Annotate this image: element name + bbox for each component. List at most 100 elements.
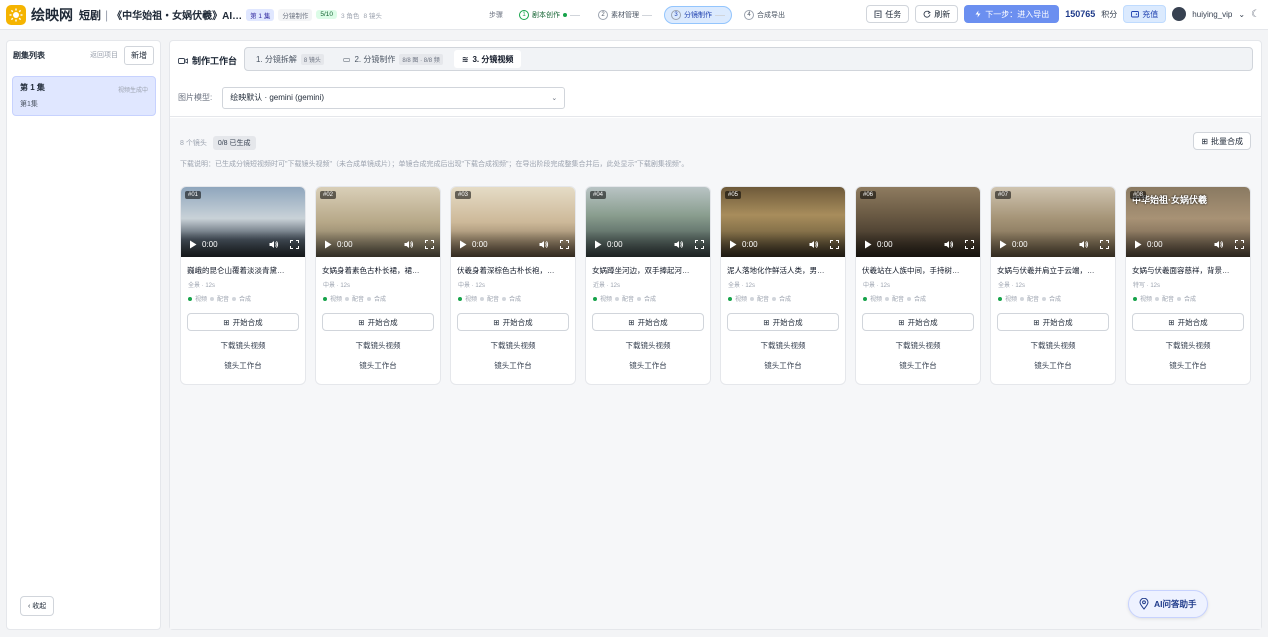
step-connector	[570, 14, 580, 16]
start-merge-button[interactable]: ⊞ 开始合成	[997, 313, 1109, 331]
fullscreen-icon[interactable]	[965, 239, 974, 249]
play-icon[interactable]	[1134, 240, 1142, 249]
refresh-button[interactable]: 刷新	[915, 5, 959, 23]
theme-toggle-icon[interactable]: ☾	[1251, 9, 1260, 20]
sidebar-header: 剧集列表 返回项目 新增	[7, 41, 160, 69]
fullscreen-icon[interactable]	[290, 239, 299, 249]
shot-workbench-link[interactable]: 镜头工作台	[721, 360, 845, 371]
add-episode-button[interactable]: 新增	[124, 45, 154, 65]
shot-workbench-link[interactable]: 镜头工作台	[1126, 360, 1250, 371]
episode-item[interactable]: 第 1 集 视频生成中 第1集	[12, 76, 156, 116]
shot-status: 视频 配音 合成	[586, 289, 710, 303]
step-label: 剧本创作	[532, 12, 560, 19]
step-storyboard[interactable]: 3 分镜制作	[664, 6, 732, 24]
step-export[interactable]: 4 合成导出	[738, 7, 791, 23]
step-assets[interactable]: 2 素材管理	[592, 7, 658, 23]
play-icon[interactable]	[594, 240, 602, 249]
fullscreen-icon[interactable]	[560, 239, 569, 249]
start-merge-button[interactable]: ⊞ 开始合成	[187, 313, 299, 331]
tab-storyboard-video[interactable]: ≋ 3. 分镜视频	[453, 50, 522, 68]
avatar[interactable]	[1172, 7, 1187, 21]
volume-icon[interactable]	[404, 240, 414, 249]
download-shot-video-link[interactable]: 下载镜头视频	[316, 340, 440, 351]
shot-video-player[interactable]: #07 0:00	[991, 187, 1115, 257]
start-merge-button[interactable]: ⊞ 开始合成	[862, 313, 974, 331]
volume-icon[interactable]	[269, 240, 279, 249]
recharge-button[interactable]: 充值	[1123, 5, 1167, 23]
status-dub: 配音	[1162, 297, 1175, 303]
fullscreen-icon[interactable]	[695, 239, 704, 249]
next-step-button[interactable]: 下一步：进入导出	[964, 5, 1060, 23]
shot-title: 伏羲身着深棕色古朴长袍，…	[457, 266, 555, 275]
play-icon[interactable]	[324, 240, 332, 249]
shot-meta: 中景 · 12s	[863, 283, 891, 289]
volume-icon[interactable]	[809, 240, 819, 249]
app-logo-icon[interactable]	[6, 4, 26, 25]
batch-merge-button[interactable]: ⊞ 批量合成	[1193, 132, 1251, 150]
play-icon[interactable]	[189, 240, 197, 249]
start-merge-button[interactable]: ⊞ 开始合成	[457, 313, 569, 331]
shot-workbench-link[interactable]: 镜头工作台	[991, 360, 1115, 371]
step-number: 2	[598, 10, 608, 20]
video-time: 0:00	[742, 239, 758, 249]
shot-status: 视频 配音 合成	[451, 289, 575, 303]
download-shot-video-link[interactable]: 下载镜头视频	[451, 340, 575, 351]
shot-video-player[interactable]: #03 0:00	[451, 187, 575, 257]
play-icon[interactable]	[459, 240, 467, 249]
task-button[interactable]: 任务	[866, 5, 910, 23]
collapse-sidebar-button[interactable]: ‹ 收起	[20, 596, 55, 616]
step-number: 4	[744, 10, 754, 20]
shot-workbench-link[interactable]: 镜头工作台	[856, 360, 980, 371]
username[interactable]: huiying_vip	[1192, 10, 1232, 19]
shot-video-player[interactable]: #02 0:00	[316, 187, 440, 257]
download-shot-video-link[interactable]: 下载镜头视频	[586, 340, 710, 351]
top-bar: 绘映网 短剧 | 《中华始祖・女娲伏羲》AI短剧分… 第 1 集 分镜制作 5/…	[0, 0, 1268, 30]
fullscreen-icon[interactable]	[1100, 239, 1109, 249]
app-name[interactable]: 绘映网	[31, 5, 73, 25]
tab-storyboard-production[interactable]: ▭ 2. 分镜制作 8/8 图 · 8/8 频	[335, 50, 451, 68]
volume-icon[interactable]	[1214, 240, 1224, 249]
start-merge-button[interactable]: ⊞ 开始合成	[1132, 313, 1244, 331]
play-icon[interactable]	[729, 240, 737, 249]
status-dot	[750, 296, 755, 301]
play-icon[interactable]	[864, 240, 872, 249]
refresh-icon	[923, 10, 932, 18]
volume-icon[interactable]	[539, 240, 549, 249]
shot-count: 8 个镜头	[180, 140, 207, 147]
start-merge-button[interactable]: ⊞ 开始合成	[322, 313, 434, 331]
volume-icon[interactable]	[674, 240, 684, 249]
step-script[interactable]: 1 剧本创作	[513, 7, 586, 23]
fullscreen-icon[interactable]	[830, 239, 839, 249]
shot-video-player[interactable]: #05 0:00	[721, 187, 845, 257]
ai-assistant-button[interactable]: AI问答助手	[1128, 590, 1208, 618]
volume-icon[interactable]	[944, 240, 954, 249]
fullscreen-icon[interactable]	[425, 239, 434, 249]
user-menu-chevron-icon[interactable]: ⌄	[1238, 10, 1245, 19]
download-shot-video-link[interactable]: 下载镜头视频	[856, 340, 980, 351]
start-merge-button[interactable]: ⊞ 开始合成	[592, 313, 704, 331]
shot-workbench-link[interactable]: 镜头工作台	[316, 360, 440, 371]
download-shot-video-link[interactable]: 下载镜头视频	[181, 340, 305, 351]
shot-video-player[interactable]: 中华始祖·女娲伏羲 #08 0:00	[1126, 187, 1250, 257]
shot-video-player[interactable]: #06 0:00	[856, 187, 980, 257]
roles-count: 3 角色	[341, 12, 360, 20]
back-to-project-link[interactable]: 返回项目	[90, 50, 118, 60]
video-controls: 0:00	[451, 231, 575, 257]
shot-workbench-link[interactable]: 镜头工作台	[181, 360, 305, 371]
download-shot-video-link[interactable]: 下载镜头视频	[1126, 340, 1250, 351]
status-merge: 合成	[374, 297, 387, 303]
start-merge-button[interactable]: ⊞ 开始合成	[727, 313, 839, 331]
fullscreen-icon[interactable]	[1235, 239, 1244, 249]
video-time: 0:00	[877, 239, 893, 249]
shot-video-player[interactable]: #04 0:00	[586, 187, 710, 257]
shot-workbench-link[interactable]: 镜头工作台	[586, 360, 710, 371]
model-select[interactable]: 绘映默认 · gemini (gemini) ⌄	[222, 86, 566, 109]
download-shot-video-link[interactable]: 下载镜头视频	[991, 340, 1115, 351]
volume-icon[interactable]	[1079, 240, 1089, 249]
shot-workbench-link[interactable]: 镜头工作台	[451, 360, 575, 371]
tab-storyboard-breakdown[interactable]: 1. 分镜拆解 8 镜头	[248, 50, 332, 68]
play-icon[interactable]	[999, 240, 1007, 249]
shot-video-player[interactable]: #01 0:00	[181, 187, 305, 257]
download-shot-video-link[interactable]: 下载镜头视频	[721, 340, 845, 351]
chevron-down-icon: ⌄	[551, 94, 558, 102]
